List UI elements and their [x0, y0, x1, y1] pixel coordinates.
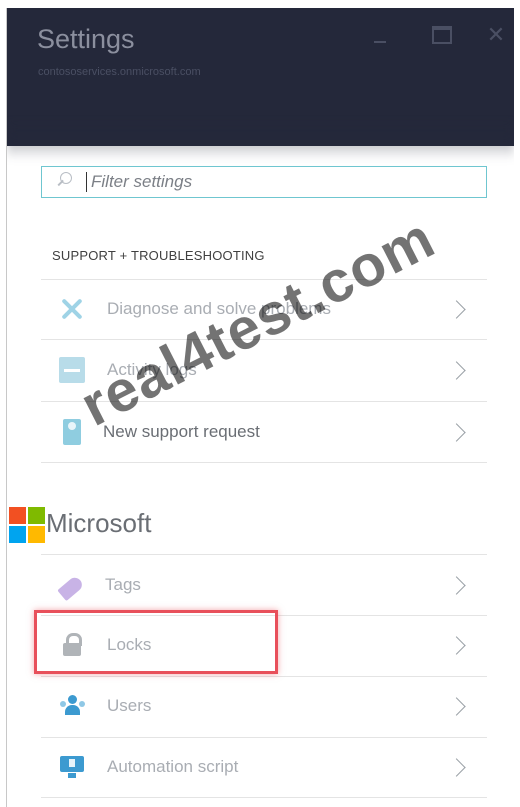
chevron-right-icon [447, 422, 466, 442]
locks-highlight-box [34, 610, 278, 674]
chevron-right-icon [447, 299, 466, 319]
divider [41, 462, 487, 463]
blade-subtitle: contososervices.onmicrosoft.com [38, 66, 201, 78]
section-header-support: SUPPORT + TROUBLESHOOTING [52, 248, 265, 263]
filter-settings-field[interactable] [41, 166, 487, 198]
close-icon[interactable]: ✕ [485, 22, 507, 47]
text-cursor [86, 172, 87, 192]
menu-item-users[interactable]: Users [41, 677, 487, 735]
maximize-icon[interactable] [431, 24, 453, 46]
blade-title: Settings [37, 24, 135, 54]
settings-blade: Settings contososervices.onmicrosoft.com… [6, 8, 514, 807]
chevron-right-icon [447, 635, 466, 655]
chevron-right-icon [447, 757, 466, 777]
header-shadow [7, 124, 514, 160]
menu-item-tags[interactable]: Tags [41, 556, 487, 614]
minimize-icon[interactable] [369, 24, 391, 46]
menu-item-label: Tags [105, 575, 141, 594]
menu-item-automation-script[interactable]: Automation script [41, 738, 487, 796]
users-icon [59, 693, 85, 719]
search-icon [54, 169, 80, 195]
chevron-right-icon [447, 360, 466, 380]
menu-item-label: Users [107, 696, 152, 715]
divider [41, 554, 487, 555]
section-header-microsoft: Microsoft [46, 508, 152, 538]
support-request-icon [63, 419, 81, 445]
chevron-right-icon [447, 575, 466, 595]
divider [41, 797, 487, 798]
tools-icon [59, 296, 85, 322]
filter-settings-input[interactable] [89, 171, 453, 193]
menu-item-label: New support request [103, 422, 260, 441]
microsoft-logo-icon [9, 507, 45, 543]
chevron-right-icon [447, 696, 466, 716]
automation-script-icon [59, 754, 85, 780]
menu-item-label: Automation script [107, 757, 239, 776]
tag-icon [57, 574, 85, 602]
